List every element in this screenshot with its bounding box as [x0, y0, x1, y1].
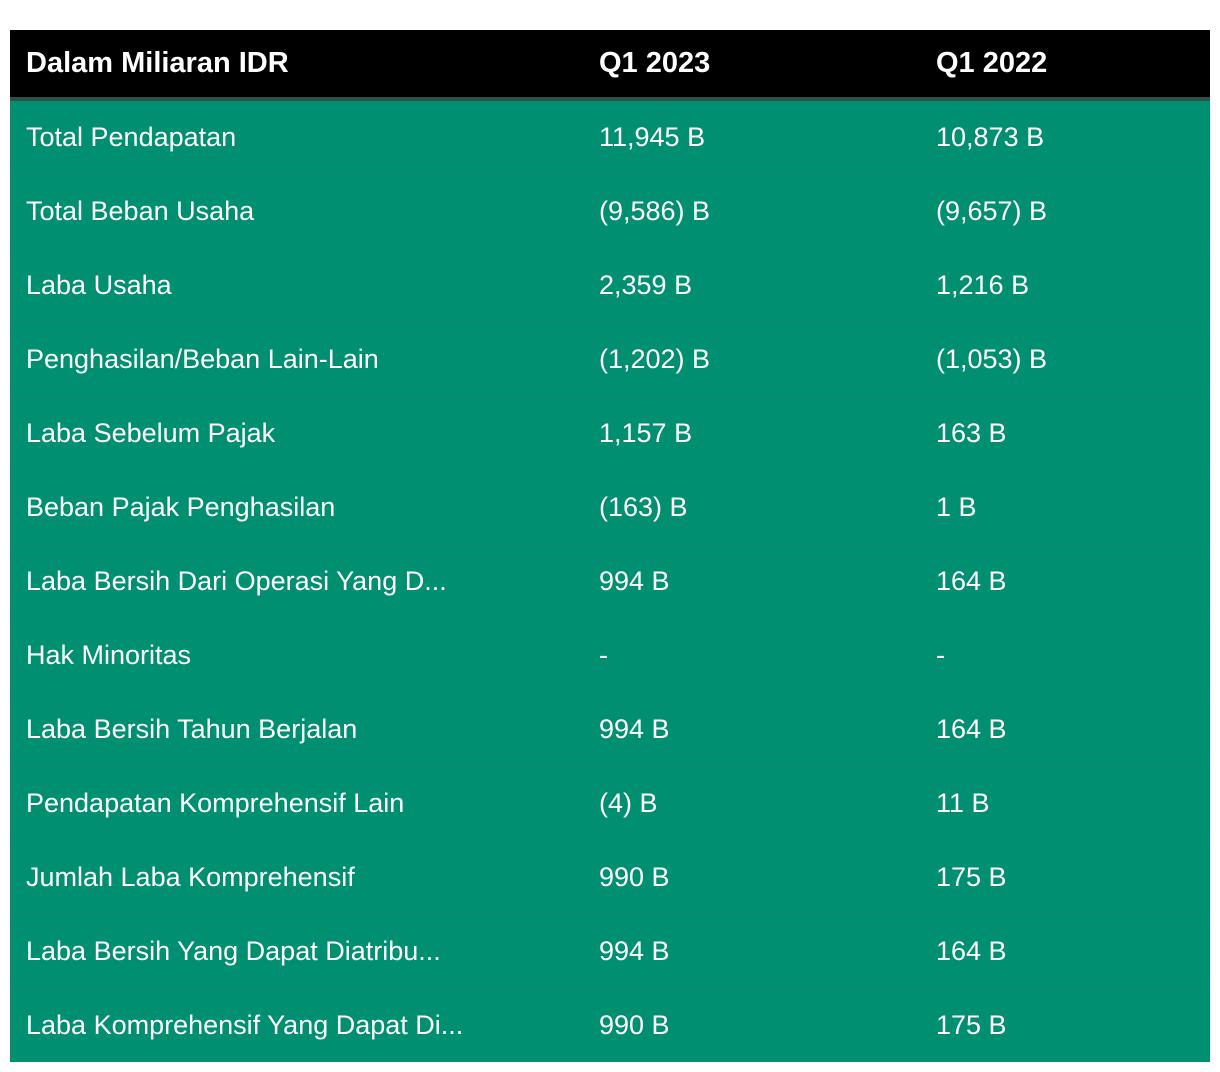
row-value-q1-2022: 164 B — [936, 936, 1007, 966]
row-label: Penghasilan/Beban Lain-Lain — [26, 344, 379, 374]
row-value-q1-2023: 990 B — [599, 862, 670, 892]
row-value-q1-2023: (1,202) B — [599, 344, 711, 374]
row-value-q1-2022: 163 B — [936, 418, 1007, 448]
row-label: Laba Bersih Dari Operasi Yang D... — [26, 566, 447, 596]
table-row: Laba Sebelum Pajak 1,157 B 163 B — [10, 397, 1210, 471]
row-value-q1-2022: - — [936, 640, 945, 670]
row-value-q1-2023: (163) B — [599, 492, 688, 522]
row-value-q1-2022: 1,216 B — [936, 270, 1030, 300]
header-q1-2022: Q1 2022 — [936, 47, 1048, 79]
row-label: Beban Pajak Penghasilan — [26, 492, 336, 522]
table-row: Hak Minoritas - - — [10, 619, 1210, 693]
row-value-q1-2022: 10,873 B — [936, 122, 1045, 152]
row-value-q1-2023: 2,359 B — [599, 270, 693, 300]
row-label: Laba Bersih Tahun Berjalan — [26, 714, 358, 744]
row-value-q1-2023: - — [599, 640, 608, 670]
row-label: Laba Sebelum Pajak — [26, 418, 276, 448]
row-value-q1-2023: 994 B — [599, 936, 670, 966]
table-row: Pendapatan Komprehensif Lain (4) B 11 B — [10, 767, 1210, 841]
row-value-q1-2023: 11,945 B — [599, 122, 706, 152]
table-row: Laba Usaha 2,359 B 1,216 B — [10, 249, 1210, 323]
table-row: Beban Pajak Penghasilan (163) B 1 B — [10, 471, 1210, 545]
row-value-q1-2022: 175 B — [936, 862, 1007, 892]
table-row: Jumlah Laba Komprehensif 990 B 175 B — [10, 841, 1210, 915]
row-label: Jumlah Laba Komprehensif — [26, 862, 355, 892]
row-value-q1-2023: (9,586) B — [599, 196, 711, 226]
financial-table: Dalam Miliaran IDR Q1 2023 Q1 2022 Total… — [10, 30, 1210, 1062]
row-value-q1-2022: (1,053) B — [936, 344, 1048, 374]
row-label: Total Pendapatan — [26, 122, 237, 152]
table-body: Total Pendapatan 11,945 B 10,873 B Total Be… — [10, 101, 1210, 1062]
row-value-q1-2022: 11 B — [936, 788, 990, 818]
row-value-q1-2023: 994 B — [599, 566, 670, 596]
table-row: Penghasilan/Beban Lain-Lain (1,202) B (1,0… — [10, 323, 1210, 397]
header-label: Dalam Miliaran IDR — [26, 47, 289, 79]
table-row: Laba Komprehensif Yang Dapat Di... 990 B 1… — [10, 989, 1210, 1062]
row-value-q1-2023: 990 B — [599, 1010, 670, 1040]
row-label: Laba Usaha — [26, 270, 172, 300]
header-q1-2023: Q1 2023 — [599, 47, 711, 79]
row-label: Laba Komprehensif Yang Dapat Di... — [26, 1010, 464, 1040]
row-label: Hak Minoritas — [26, 640, 192, 670]
row-label: Pendapatan Komprehensif Lain — [26, 788, 405, 818]
row-value-q1-2022: 1 B — [936, 492, 977, 522]
row-label: Total Beban Usaha — [26, 196, 255, 226]
row-value-q1-2022: 164 B — [936, 714, 1007, 744]
row-value-q1-2022: (9,657) B — [936, 196, 1048, 226]
row-value-q1-2022: 164 B — [936, 566, 1007, 596]
table-row: Laba Bersih Dari Operasi Yang D... 994 B 1… — [10, 545, 1210, 619]
row-value-q1-2022: 175 B — [936, 1010, 1007, 1040]
row-value-q1-2023: (4) B — [599, 788, 658, 818]
table-row: Total Beban Usaha (9,586) B (9,657) B — [10, 175, 1210, 249]
table-row: Total Pendapatan 11,945 B 10,873 B — [10, 101, 1210, 175]
table-row: Laba Bersih Tahun Berjalan 994 B 164 B — [10, 693, 1210, 767]
table-header: Dalam Miliaran IDR Q1 2023 Q1 2022 — [10, 30, 1210, 101]
row-value-q1-2023: 1,157 B — [599, 418, 693, 448]
row-value-q1-2023: 994 B — [599, 714, 670, 744]
table-row: Laba Bersih Yang Dapat Diatribu... 994 B 1… — [10, 915, 1210, 989]
row-label: Laba Bersih Yang Dapat Diatribu... — [26, 936, 441, 966]
